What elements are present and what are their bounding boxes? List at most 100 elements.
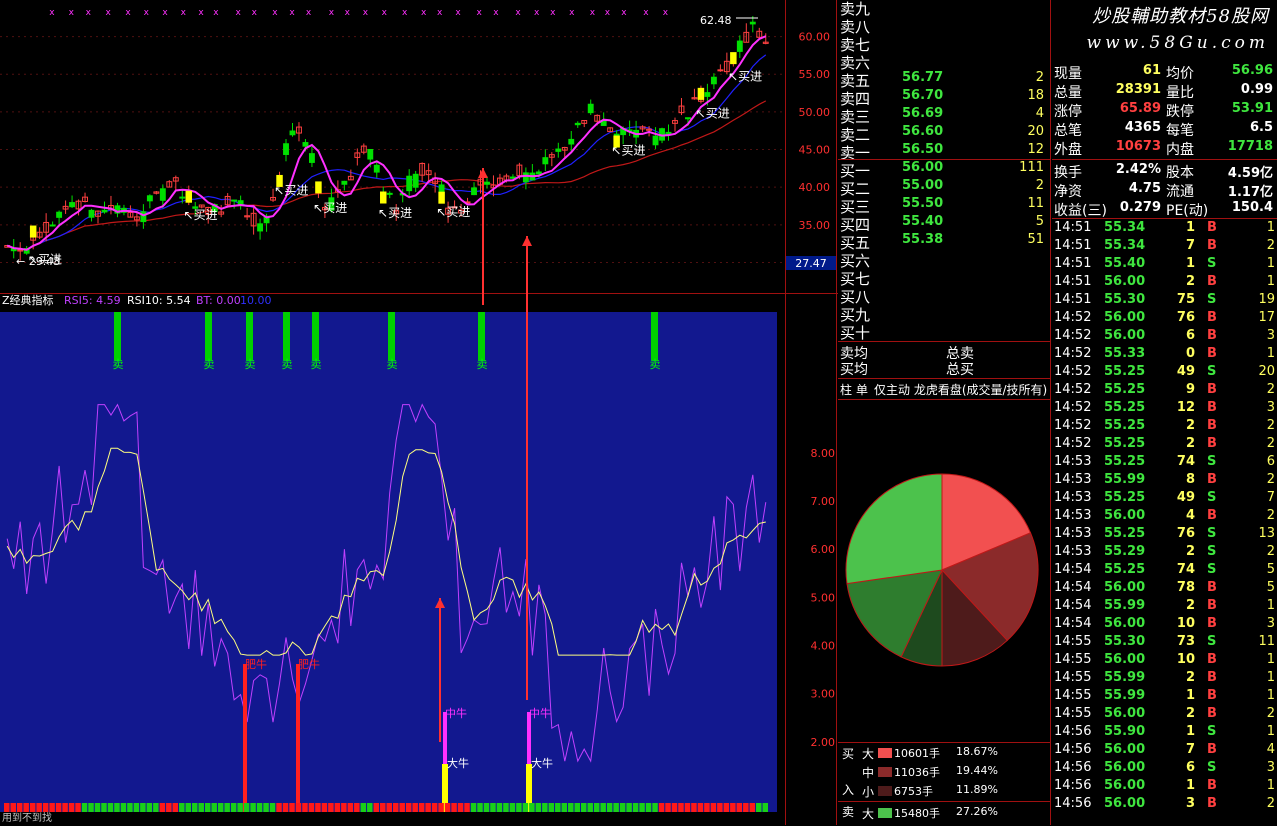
quote-label: 流通 [1166, 184, 1194, 200]
trend-strip-cell [140, 803, 146, 812]
trade-price: 56.00 [1104, 652, 1146, 667]
ask-volume: 4 [1035, 106, 1044, 121]
buy-highlight-candle [697, 87, 705, 100]
trade-row: 14:54 56.00 78 B 5 [1052, 580, 1277, 598]
trend-strip-cell [503, 803, 509, 812]
candle-body [140, 211, 147, 223]
bid-row: 买九 [840, 304, 1048, 324]
trend-strip-cell [250, 803, 256, 812]
trade-price: 55.99 [1104, 670, 1146, 685]
trade-time: 14:52 [1054, 400, 1092, 415]
trade-volume: 2 [1185, 436, 1195, 451]
trade-price: 55.34 [1104, 238, 1146, 253]
tab-0[interactable]: 柱 [840, 381, 852, 398]
trade-row: 14:52 55.25 49 S 20 [1052, 364, 1277, 382]
trend-strip-cell [360, 803, 367, 812]
trade-count: 7 [1266, 490, 1275, 505]
candle-body [568, 138, 575, 145]
trade-count: 1 [1266, 220, 1275, 235]
trend-strip-cell [438, 803, 444, 812]
trade-direction: B [1207, 436, 1217, 451]
quote-value: 0.279 [1119, 200, 1161, 215]
trade-time: 14:52 [1054, 436, 1092, 451]
signal-x-marker: x [144, 8, 150, 18]
trade-time: 14:53 [1054, 526, 1092, 541]
trend-strip-cell [684, 803, 691, 812]
indicator-title: Z经典指标 [2, 293, 54, 307]
stock-terminal: 60.0055.0050.0045.0040.0035.0030.00xxxxx… [0, 0, 1277, 825]
trade-direction: B [1207, 418, 1217, 433]
trade-volume: 3 [1185, 796, 1195, 811]
trend-strip-cell [159, 803, 166, 812]
trend-strip-cell [36, 803, 42, 812]
price-tick-label: 45.00 [799, 144, 831, 157]
pie-slice [845, 473, 943, 585]
candle-body [484, 181, 490, 185]
trade-row: 14:51 55.34 7 B 2 [1052, 238, 1277, 256]
trade-count: 3 [1266, 328, 1275, 343]
trade-volume: 2 [1185, 418, 1195, 433]
signal-x-marker: x [455, 8, 461, 18]
trade-price: 55.25 [1104, 454, 1146, 469]
trend-strip-cell [217, 803, 224, 812]
trend-strip-cell [321, 803, 328, 812]
trend-strip-cell [16, 803, 23, 812]
trade-row: 14:52 55.25 2 B 2 [1052, 418, 1277, 436]
signal-x-marker: x [49, 8, 55, 18]
signal-x-marker: x [621, 8, 627, 18]
trade-row: 14:56 56.00 1 B 1 [1052, 778, 1277, 796]
trade-count: 3 [1266, 760, 1275, 775]
candle-body [309, 153, 315, 163]
trend-strip-cell [645, 803, 652, 812]
signal-x-marker: x [515, 8, 521, 18]
trade-time: 14:53 [1054, 454, 1092, 469]
trade-row: 14:51 55.40 1 S 1 [1052, 256, 1277, 274]
trend-strip-cell [373, 803, 380, 812]
bid-row: 买七 [840, 268, 1048, 288]
quote-label: 总笔 [1054, 123, 1082, 139]
trend-strip-cell [399, 803, 405, 812]
quote-value: 56.96 [1231, 63, 1273, 78]
trade-count: 17 [1258, 310, 1275, 325]
candle-body [257, 223, 264, 232]
trade-price: 56.00 [1104, 706, 1146, 721]
buy-highlight-candle [315, 181, 322, 194]
trade-row: 14:51 55.30 75 S 19 [1052, 292, 1277, 310]
trend-strip-cell [444, 803, 451, 812]
trade-time: 14:55 [1054, 706, 1092, 721]
trade-time: 14:53 [1054, 508, 1092, 523]
candle-body [535, 171, 542, 175]
trend-strip-cell [107, 803, 114, 812]
tab-1[interactable]: 单 [856, 381, 868, 398]
trend-strip-cell [762, 803, 768, 812]
trend-strip-cell [600, 803, 606, 812]
bid-price: 55.00 [902, 178, 944, 193]
trade-volume: 6 [1185, 328, 1195, 343]
trade-price: 56.00 [1104, 328, 1146, 343]
watermark: 炒股輔助教材58股网 www.58Gu.com [1087, 4, 1269, 56]
sell-signal-bar [246, 312, 253, 360]
sell-signal-label: 卖 [650, 358, 661, 371]
trend-strip-cell [587, 803, 593, 812]
trend-strip-cell [516, 803, 522, 812]
trend-strip-cell [730, 803, 736, 812]
sell-signal-bar [283, 312, 290, 360]
flow-percent: 18.67% [956, 745, 998, 758]
trade-direction: S [1207, 526, 1217, 541]
trade-direction: S [1207, 562, 1217, 577]
indicator-readout: RSI10: 5.54 [127, 294, 191, 307]
trade-volume: 10 [1176, 652, 1195, 667]
flow-swatch [878, 767, 892, 777]
signal-x-marker: x [105, 8, 111, 18]
trend-strip-cell [535, 803, 542, 812]
candle-body [237, 200, 244, 205]
bid-price: 55.40 [902, 214, 944, 229]
tab-2[interactable]: 仅主动 龙虎看盘(成交量/技所有) [874, 381, 1047, 398]
flow-buy-label: 买 [842, 747, 855, 761]
trade-price: 55.25 [1104, 418, 1146, 433]
trade-time: 14:53 [1054, 544, 1092, 559]
trade-time: 14:52 [1054, 418, 1092, 433]
buy-signal-label: ↖买进 [696, 106, 730, 120]
signal-x-marker: x [345, 8, 351, 18]
trade-count: 1 [1266, 652, 1275, 667]
